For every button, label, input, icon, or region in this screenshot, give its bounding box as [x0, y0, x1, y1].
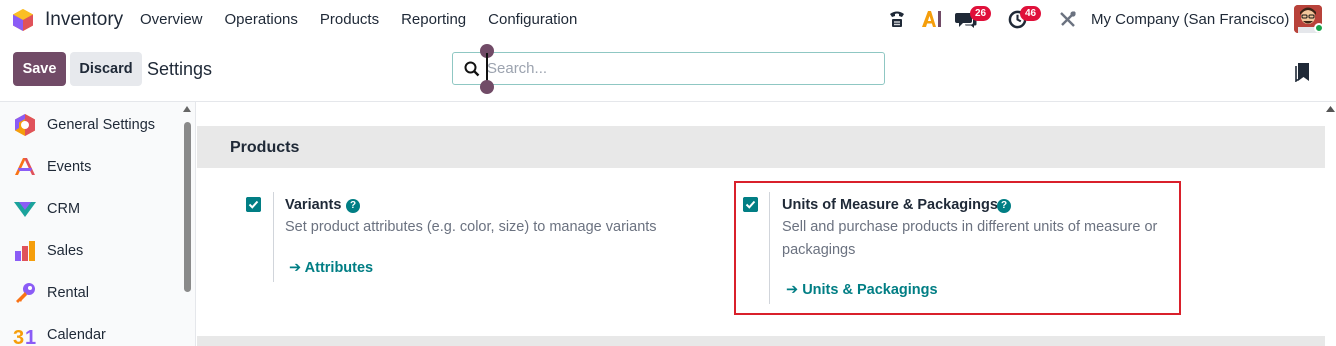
arrow-right-icon: ➔ — [289, 260, 305, 276]
rental-icon — [16, 283, 35, 303]
sidebar-item-general-settings[interactable]: General Settings — [0, 105, 180, 145]
inventory-app-icon[interactable] — [12, 8, 34, 32]
activity-count-badge: 46 — [1020, 6, 1042, 21]
save-button[interactable]: Save — [13, 52, 66, 86]
sales-icon — [15, 241, 35, 261]
calendar-icon: 3 1 — [13, 327, 36, 346]
bookmark-icon[interactable] — [1295, 62, 1311, 82]
setting-separator — [273, 192, 274, 282]
main-menu: Overview Operations Products Reporting C… — [140, 11, 577, 28]
crm-icon — [14, 202, 36, 217]
discard-button[interactable]: Discard — [70, 52, 142, 86]
search-bar[interactable] — [452, 52, 885, 85]
top-navbar: Inventory Overview Operations Products R… — [0, 0, 1336, 40]
menu-operations[interactable]: Operations — [225, 11, 298, 28]
ai-icon[interactable] — [921, 10, 943, 28]
app-name[interactable]: Inventory — [45, 9, 123, 31]
search-input[interactable] — [487, 53, 867, 84]
phone-icon[interactable] — [887, 9, 907, 29]
variants-checkbox[interactable] — [246, 197, 261, 212]
sidebar-scrollbar-thumb[interactable] — [184, 122, 191, 292]
general-settings-icon — [15, 114, 35, 136]
sidebar-item-calendar[interactable]: 3 1 Calendar — [0, 315, 180, 346]
sidebar-item-rental[interactable]: Rental — [0, 273, 180, 313]
menu-products[interactable]: Products — [320, 11, 379, 28]
link-label: Attributes — [304, 260, 374, 276]
svg-text:3: 3 — [13, 327, 24, 346]
help-icon[interactable]: ? — [346, 199, 360, 213]
menu-overview[interactable]: Overview — [140, 11, 203, 28]
company-switcher[interactable]: My Company (San Francisco) — [1091, 11, 1289, 28]
attributes-link[interactable]: ➔ Attributes — [289, 260, 373, 276]
events-icon — [15, 158, 35, 175]
online-status-indicator — [1314, 23, 1324, 33]
scroll-up-arrow-icon[interactable] — [1326, 106, 1335, 112]
section-header — [197, 126, 1325, 168]
highlight-annotation-box — [734, 181, 1181, 315]
menu-configuration[interactable]: Configuration — [488, 11, 577, 28]
sidebar-item-crm[interactable]: CRM — [0, 189, 180, 229]
sidebar-item-sales[interactable]: Sales — [0, 231, 180, 271]
variants-title: Variants — [285, 197, 342, 213]
sidebar-item-label: Events — [47, 159, 92, 175]
section-title: Products — [230, 139, 300, 156]
sidebar-item-label: Calendar — [47, 327, 106, 343]
scroll-up-arrow-icon[interactable] — [183, 106, 191, 112]
search-icon — [464, 61, 480, 77]
page-title: Settings — [147, 59, 213, 79]
debug-tools-icon[interactable] — [1059, 10, 1077, 28]
sidebar-item-label: General Settings — [47, 117, 156, 133]
sidebar-item-label: Sales — [47, 243, 84, 259]
sidebar-item-events[interactable]: Events — [0, 147, 180, 187]
content-scrollbar[interactable] — [1325, 102, 1336, 346]
svg-text:1: 1 — [25, 327, 36, 346]
variants-description: Set product attributes (e.g. color, size… — [285, 219, 657, 235]
sidebar-item-label: Rental — [47, 285, 89, 301]
sidebar-item-label: CRM — [47, 201, 81, 217]
settings-sidebar: General Settings Events CRM Sales Rental — [0, 102, 196, 346]
text-selection-handle-bottom[interactable] — [480, 80, 494, 94]
menu-reporting[interactable]: Reporting — [401, 11, 466, 28]
next-section-header — [197, 336, 1325, 346]
chat-count-badge: 26 — [970, 6, 992, 21]
